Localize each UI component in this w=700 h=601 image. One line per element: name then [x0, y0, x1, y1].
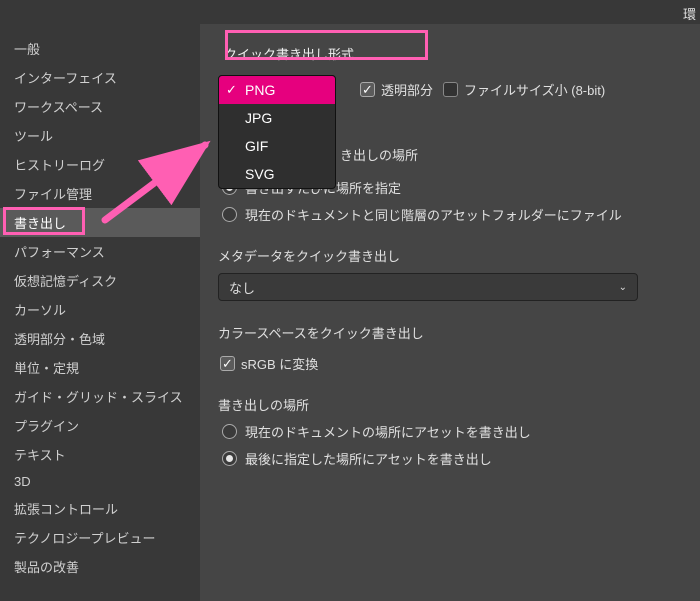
check-icon: ✓: [226, 82, 237, 98]
export-loc2-opt2-radio[interactable]: 最後に指定した場所にアセットを書き出し: [222, 449, 700, 468]
export-location-1-title: き出しの場所: [340, 145, 700, 164]
format-option-gif[interactable]: GIF: [219, 132, 335, 160]
export-location-2-title: 書き出しの場所: [218, 395, 700, 414]
transparent-label: 透明部分: [381, 80, 433, 99]
chevron-down-icon: ⌄: [619, 282, 627, 293]
sidebar-item-scratchdisk[interactable]: 仮想記憶ディスク: [0, 266, 200, 295]
radio-icon: [222, 424, 237, 439]
preferences-sidebar: 一般 インターフェイス ワークスペース ツール ヒストリーログ ファイル管理 書…: [0, 24, 200, 601]
preferences-content: クイック書き出し形式 PNG ⌄ ✓ PNG JPG GIF SVG: [200, 24, 700, 601]
filesize-small-label: ファイルサイズ小 (8-bit): [464, 80, 605, 99]
sidebar-item-performance[interactable]: パフォーマンス: [0, 237, 200, 266]
format-option-jpg[interactable]: JPG: [219, 104, 335, 132]
colorspace-title: カラースペースをクイック書き出し: [218, 323, 700, 342]
sidebar-item-filehandling[interactable]: ファイル管理: [0, 179, 200, 208]
export-loc2-opt1-label: 現在のドキュメントの場所にアセットを書き出し: [245, 422, 531, 441]
sidebar-item-cursor[interactable]: カーソル: [0, 295, 200, 324]
sidebar-item-transparency[interactable]: 透明部分・色域: [0, 324, 200, 353]
sidebar-item-guides[interactable]: ガイド・グリッド・スライス: [0, 382, 200, 411]
sidebar-item-3d[interactable]: 3D: [0, 469, 200, 494]
format-dropdown-list: ✓ PNG JPG GIF SVG: [218, 75, 336, 189]
window-titlebar: 環: [0, 0, 700, 24]
export-loc2-opt1-radio[interactable]: 現在のドキュメントの場所にアセットを書き出し: [222, 422, 700, 441]
sidebar-item-general[interactable]: 一般: [0, 34, 200, 63]
window-title: 環: [683, 7, 696, 22]
transparent-checkbox[interactable]: ✓ 透明部分: [360, 80, 433, 99]
radio-icon: [222, 451, 237, 466]
sidebar-item-workspace[interactable]: ワークスペース: [0, 92, 200, 121]
export-loc1-opt2-label: 現在のドキュメントと同じ階層のアセットフォルダーにファイル: [245, 205, 622, 224]
sidebar-item-export[interactable]: 書き出し: [0, 208, 200, 237]
export-loc1-opt2-radio[interactable]: 現在のドキュメントと同じ階層のアセットフォルダーにファイル: [222, 205, 700, 224]
sidebar-item-units[interactable]: 単位・定規: [0, 353, 200, 382]
format-option-svg[interactable]: SVG: [219, 160, 335, 188]
sidebar-item-text[interactable]: テキスト: [0, 440, 200, 469]
sidebar-item-interface[interactable]: インターフェイス: [0, 63, 200, 92]
quick-export-format-title: クイック書き出し形式: [218, 40, 360, 67]
metadata-title: メタデータをクイック書き出し: [218, 246, 700, 265]
sidebar-item-tools[interactable]: ツール: [0, 121, 200, 150]
sidebar-item-plugins[interactable]: プラグイン: [0, 411, 200, 440]
checkbox-icon: [443, 82, 458, 97]
checkbox-icon: ✓: [360, 82, 375, 97]
sidebar-item-ext-controls[interactable]: 拡張コントロール: [0, 494, 200, 523]
srgb-checkbox[interactable]: ✓ sRGB に変換: [220, 354, 318, 373]
radio-icon: [222, 207, 237, 222]
sidebar-item-productimprove[interactable]: 製品の改善: [0, 552, 200, 581]
srgb-label: sRGB に変換: [241, 354, 318, 373]
filesize-small-checkbox[interactable]: ファイルサイズ小 (8-bit): [443, 80, 605, 99]
export-loc2-opt2-label: 最後に指定した場所にアセットを書き出し: [245, 449, 492, 468]
sidebar-item-techpreview[interactable]: テクノロジープレビュー: [0, 523, 200, 552]
sidebar-item-historylog[interactable]: ヒストリーログ: [0, 150, 200, 179]
format-option-png[interactable]: ✓ PNG: [219, 76, 335, 104]
metadata-value: なし: [229, 278, 255, 297]
checkbox-icon: ✓: [220, 356, 235, 371]
metadata-select[interactable]: なし ⌄: [218, 273, 638, 301]
